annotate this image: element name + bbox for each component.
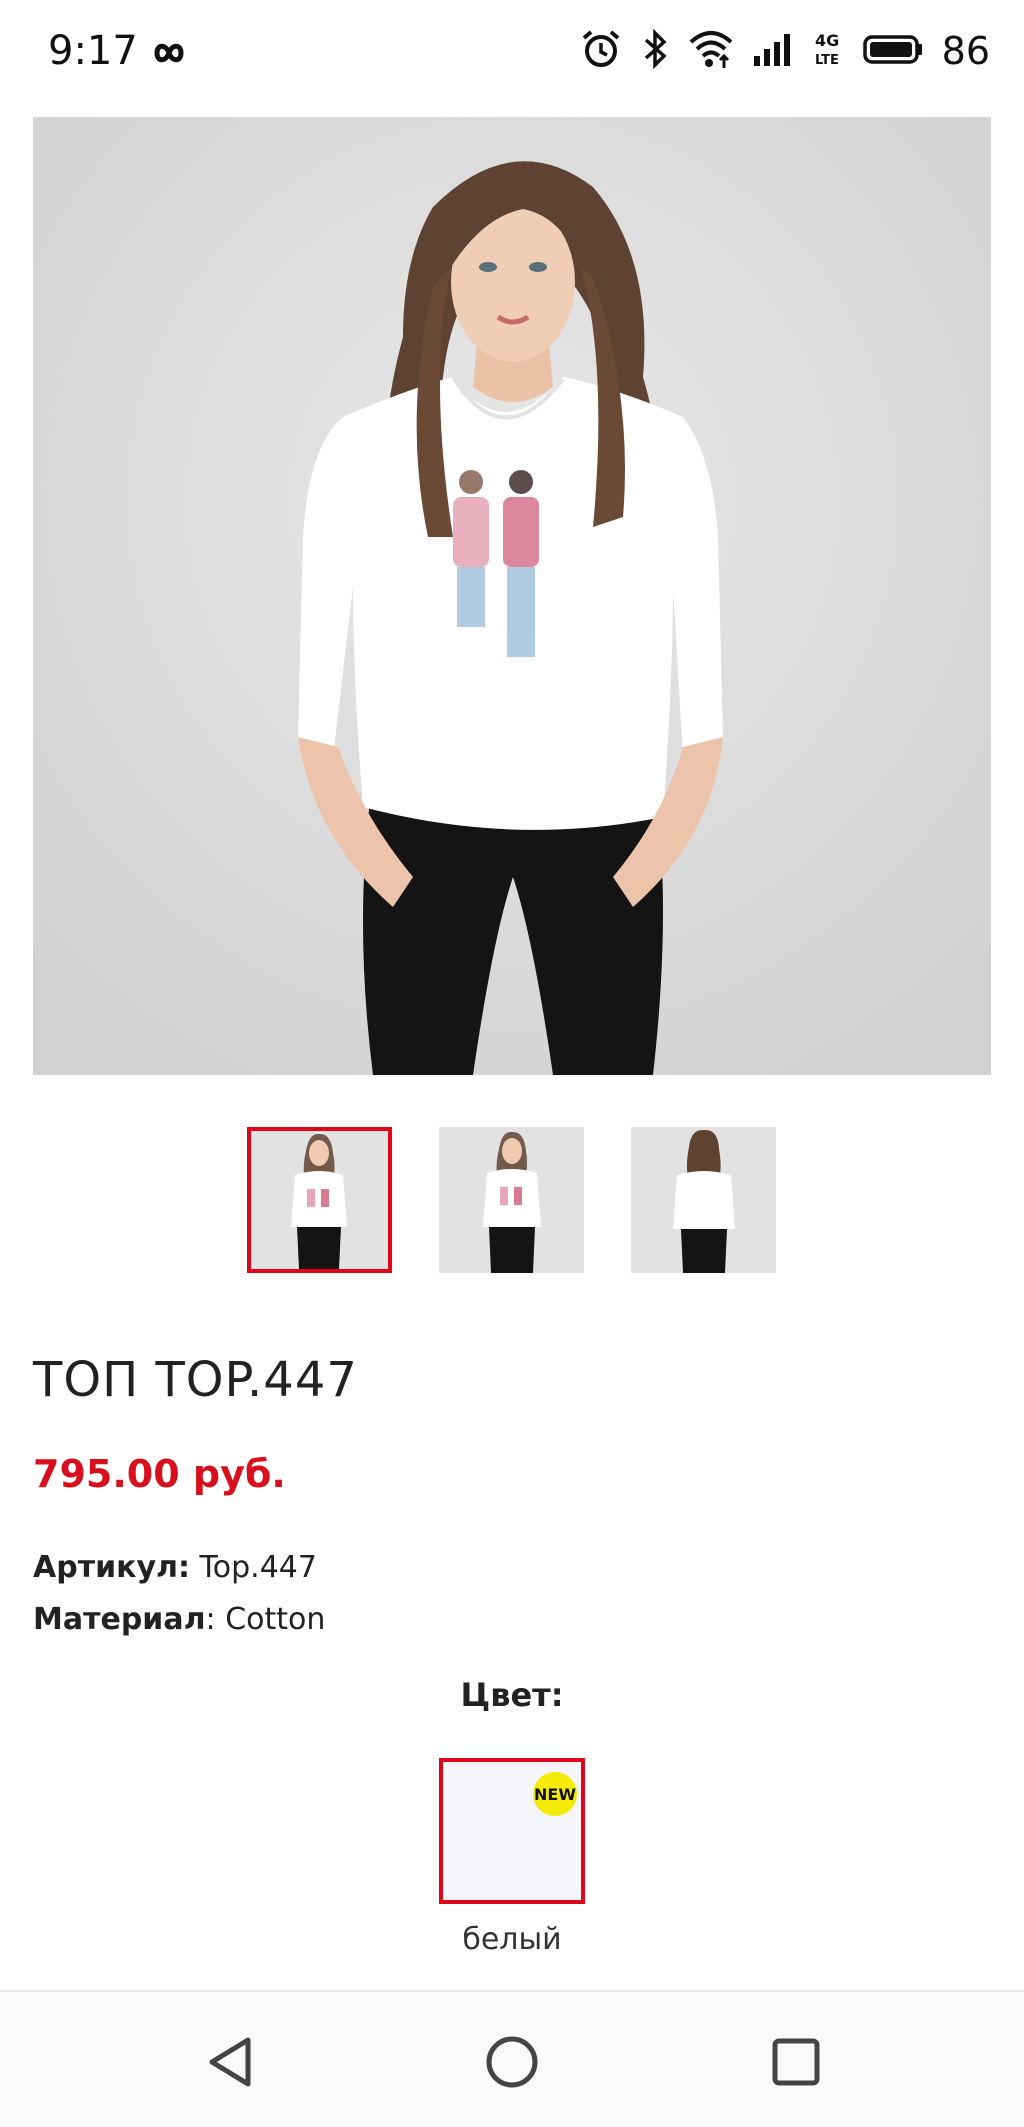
material-value: : Cotton bbox=[205, 1602, 326, 1637]
thumbnail-front-image bbox=[251, 1131, 388, 1269]
color-heading: Цвет: bbox=[460, 1676, 564, 1714]
spec-material: Материал: Cotton bbox=[33, 1602, 325, 1637]
color-swatch-white[interactable]: NEW bbox=[439, 1758, 585, 1904]
network-type-icon: 4G LTE bbox=[814, 28, 844, 74]
thumbnail-3[interactable] bbox=[631, 1127, 776, 1273]
spec-article: Артикул: Top.447 bbox=[33, 1550, 317, 1585]
recents-square-icon bbox=[772, 2038, 820, 2086]
battery-level: 86 bbox=[941, 29, 990, 73]
back-triangle-icon bbox=[209, 2037, 251, 2087]
signal-icon bbox=[752, 28, 796, 74]
alarm-icon bbox=[580, 28, 622, 74]
thumbnail-back-image bbox=[631, 1127, 776, 1273]
status-icons: 4G LTE 86 bbox=[580, 28, 990, 74]
svg-text:LTE: LTE bbox=[815, 53, 839, 68]
article-label: Артикул: bbox=[33, 1550, 190, 1585]
thumbnail-gallery bbox=[0, 1127, 1024, 1273]
status-bar: 9:17 4G LTE 86 bbox=[0, 0, 1024, 108]
home-button[interactable] bbox=[482, 2032, 542, 2092]
recents-button[interactable] bbox=[766, 2032, 826, 2092]
model-photo bbox=[33, 117, 991, 1075]
thumbnail-angle-image bbox=[439, 1127, 584, 1273]
color-swatch-label: белый bbox=[462, 1922, 562, 1957]
wifi-icon bbox=[688, 28, 734, 74]
status-time: 9:17 bbox=[48, 28, 138, 74]
system-nav-bar bbox=[0, 1992, 1024, 2127]
new-badge: NEW bbox=[533, 1772, 577, 1816]
product-title: ТОП TOP.447 bbox=[33, 1352, 358, 1408]
article-value: Top.447 bbox=[199, 1550, 317, 1585]
product-price: 795.00 руб. bbox=[33, 1452, 286, 1496]
svg-text:4G: 4G bbox=[815, 31, 839, 50]
thumbnail-1[interactable] bbox=[247, 1127, 392, 1273]
infinity-icon bbox=[146, 30, 192, 80]
thumbnail-2[interactable] bbox=[439, 1127, 584, 1273]
product-main-image[interactable] bbox=[33, 117, 991, 1075]
material-label: Материал bbox=[33, 1602, 206, 1637]
back-button[interactable] bbox=[202, 2032, 262, 2092]
bluetooth-icon bbox=[640, 28, 670, 74]
battery-icon bbox=[862, 28, 924, 74]
home-circle-icon bbox=[486, 2036, 538, 2088]
